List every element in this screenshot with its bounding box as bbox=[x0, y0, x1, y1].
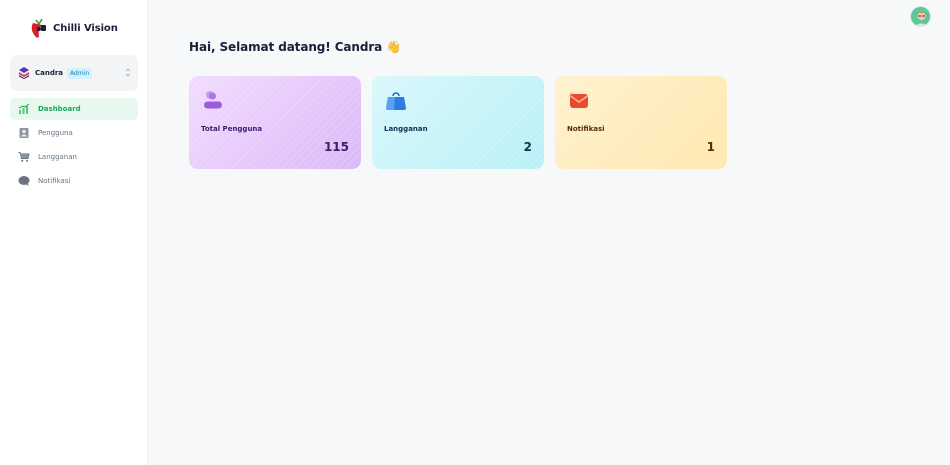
card-label: Total Pengguna bbox=[201, 125, 263, 133]
sidebar-item-label: Pengguna bbox=[38, 129, 73, 137]
brand-name: Chilli Vision bbox=[53, 22, 118, 34]
users-icon bbox=[204, 91, 222, 109]
sidebar-item-label: Dashboard bbox=[38, 105, 81, 113]
chilli-logo-icon bbox=[31, 18, 46, 38]
sidebar-item-label: Notifikasi bbox=[38, 177, 71, 185]
stat-card-total-pengguna[interactable]: Total Pengguna 115 bbox=[189, 76, 361, 169]
sidebar-item-label: Langganan bbox=[38, 153, 77, 161]
chart-icon bbox=[18, 103, 30, 115]
shopping-bag-icon bbox=[386, 92, 406, 110]
sidebar-item-dashboard[interactable]: Dashboard bbox=[10, 98, 138, 120]
user-avatar[interactable] bbox=[910, 6, 931, 27]
cart-icon bbox=[18, 151, 30, 163]
role-badge: Admin bbox=[67, 67, 93, 79]
sidebar-item-pengguna[interactable]: Pengguna bbox=[10, 122, 138, 144]
sidebar: Chilli Vision Candra Admin Dashboard Pen… bbox=[0, 0, 148, 465]
stat-card-notifikasi[interactable]: Notifikasi 1 bbox=[555, 76, 727, 169]
card-value: 115 bbox=[323, 140, 349, 154]
workspace-switcher[interactable]: Candra Admin bbox=[10, 55, 138, 91]
card-value: 1 bbox=[706, 140, 715, 154]
user-card-icon bbox=[18, 127, 30, 139]
envelope-icon bbox=[569, 92, 588, 108]
card-label: Langganan bbox=[384, 125, 428, 133]
page-greeting: Hai, Selamat datang! Candra 👋 bbox=[189, 40, 402, 54]
card-label: Notifikasi bbox=[567, 125, 605, 133]
sidebar-nav: Dashboard Pengguna Langganan Notifikasi bbox=[10, 98, 138, 194]
sidebar-item-notifikasi[interactable]: Notifikasi bbox=[10, 170, 138, 192]
card-value: 2 bbox=[523, 140, 532, 154]
sidebar-item-langganan[interactable]: Langganan bbox=[10, 146, 138, 168]
stack-logo-icon bbox=[19, 67, 29, 79]
stat-card-langganan[interactable]: Langganan 2 bbox=[372, 76, 544, 169]
chevron-up-down-icon bbox=[125, 68, 131, 77]
workspace-name: Candra bbox=[35, 69, 64, 77]
chat-bubble-icon bbox=[18, 175, 30, 187]
brand[interactable]: Chilli Vision bbox=[27, 17, 118, 39]
user-avatar-icon bbox=[911, 7, 930, 26]
